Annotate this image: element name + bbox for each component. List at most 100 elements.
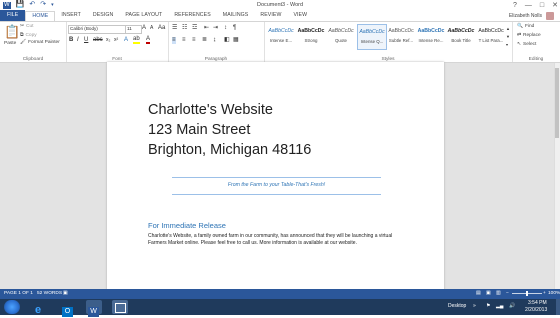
sort-icon[interactable]: ↕ (224, 25, 227, 32)
style-book-title[interactable]: AaBbCcDc Book Title (447, 24, 475, 48)
clipboard-group: 📋 Paste ✂ Cut ⧉ Copy 🖌 Format Painter Clipb… (0, 22, 67, 62)
styles-scroll-icon[interactable]: ▲ ▼ ▾ (506, 25, 510, 49)
highlight-icon[interactable]: ab (133, 36, 140, 44)
bullets-icon[interactable]: ☰ (172, 25, 177, 32)
clipboard-label: Clipboard (22, 57, 44, 62)
word-taskbar-icon[interactable]: W (86, 300, 102, 317)
line-spacing-icon[interactable]: ↨ (213, 37, 216, 44)
body-paragraph[interactable]: Charlotte's Website, a family owned farm… (148, 233, 406, 247)
clock-time[interactable]: 3:54 PM (528, 300, 547, 306)
shrink-font-icon[interactable]: A (150, 25, 153, 32)
brush-icon: 🖌 (20, 40, 27, 45)
change-case-icon[interactable]: Aa (158, 25, 165, 32)
borders-icon[interactable]: ▦ (233, 37, 239, 44)
superscript-icon[interactable]: x² (114, 37, 118, 44)
show-desktop-button[interactable] (556, 299, 560, 315)
outlook-icon[interactable]: O (60, 300, 76, 317)
volume-icon[interactable]: 🔊 (509, 303, 515, 309)
avatar (546, 11, 554, 20)
close-button[interactable]: ✕ (552, 1, 558, 9)
style-intense-quote[interactable]: AaBbCcDc Intense Q... (357, 24, 387, 50)
style-subtle-reference[interactable]: AaBbCcDc Subtle Ref... (387, 24, 415, 48)
justify-icon[interactable]: ≣ (202, 37, 207, 44)
tab-view[interactable]: VIEW (287, 10, 313, 21)
tray-expand-icon[interactable]: » (473, 303, 476, 309)
editing-group: 🔍 Find ⇄ Replace ↖ Select Editing (512, 22, 560, 62)
align-left-icon[interactable]: ≡ (172, 37, 176, 44)
font-size-select[interactable]: 11 (125, 25, 142, 34)
release-heading[interactable]: For Immediate Release (148, 221, 226, 230)
find-button[interactable]: 🔍 Find (517, 24, 534, 29)
desktop-toolbar[interactable]: Desktop (448, 303, 466, 309)
paste-icon[interactable]: 📋 (4, 25, 20, 39)
format-painter-button[interactable]: 🖌 Format Painter (20, 40, 60, 45)
tab-design[interactable]: DESIGN (87, 10, 120, 21)
zoom-in-icon[interactable]: + (543, 289, 546, 299)
style-intense-emphasis[interactable]: AaBbCcDc Intense E... (267, 24, 295, 48)
paragraph-group: ☰ ☷ ☲ ⇤ ⇥ ↕ ¶ ≡ ≡ ≡ ≣ ↨ ◧ ▦ Paragraph (168, 22, 265, 62)
subscript-icon[interactable]: x₂ (106, 37, 110, 44)
show-formatting-icon[interactable]: ¶ (233, 25, 236, 32)
replace-button[interactable]: ⇄ Replace (517, 33, 541, 38)
window-controls: ? — □ ✕ (513, 0, 558, 10)
align-center-icon[interactable]: ≡ (182, 37, 186, 44)
select-icon: ↖ (517, 42, 522, 47)
style-quote[interactable]: AaBbCcDc Quote (327, 24, 355, 48)
internet-explorer-icon[interactable]: e (32, 300, 48, 316)
editing-label: Editing (528, 57, 544, 62)
italic-icon[interactable]: I (77, 37, 79, 44)
tray-flag-icon[interactable]: ⚑ (486, 303, 490, 309)
taskbar: e O W Desktop » ⚑ ▂▄ 🔊 3:54 PM 2/20/2013 (0, 299, 560, 317)
minimize-button[interactable]: — (525, 2, 532, 9)
window-switcher-icon[interactable] (112, 300, 128, 314)
address-line-street[interactable]: 123 Main Street (148, 122, 250, 138)
page-count[interactable]: PAGE 1 OF 1 (4, 289, 33, 299)
numbering-icon[interactable]: ☷ (182, 25, 187, 32)
read-mode-icon[interactable]: ▤ (476, 289, 481, 299)
zoom-slider-thumb[interactable] (526, 291, 528, 296)
style-intense-reference[interactable]: AaBbCcDc Intense Re... (417, 24, 445, 48)
cut-button[interactable]: ✂ Cut (20, 24, 34, 29)
address-line-name[interactable]: Charlotte's Website (148, 102, 273, 118)
help-button[interactable]: ? (513, 2, 517, 9)
zoom-level[interactable]: 100% (548, 289, 560, 299)
word-count[interactable]: 52 WORDS (37, 289, 62, 299)
style-list-paragraph[interactable]: AaBbCcDc T List Para... (477, 24, 505, 48)
clock-date[interactable]: 2/20/2013 (525, 307, 547, 313)
decrease-indent-icon[interactable]: ⇤ (204, 25, 209, 32)
proofing-icon[interactable]: ▣ (63, 289, 68, 299)
grow-font-icon[interactable]: A (142, 25, 146, 32)
tagline[interactable]: From the Farm to your Table-That's Fresh… (172, 182, 381, 188)
align-right-icon[interactable]: ≡ (192, 37, 196, 44)
increase-indent-icon[interactable]: ⇥ (213, 25, 218, 32)
font-color-icon[interactable]: A (146, 36, 151, 44)
tab-file[interactable]: FILE (0, 10, 26, 21)
tab-mailings[interactable]: MAILINGS (217, 10, 255, 21)
tab-references[interactable]: REFERENCES (168, 10, 216, 21)
scrollbar-thumb[interactable] (555, 68, 559, 138)
address-line-city[interactable]: Brighton, Michigan 48116 (148, 142, 311, 158)
copy-button[interactable]: ⧉ Copy (20, 32, 37, 39)
web-layout-icon[interactable]: ▥ (496, 289, 501, 299)
multilevel-list-icon[interactable]: ☲ (192, 25, 197, 32)
tab-review[interactable]: REVIEW (254, 10, 287, 21)
underline-icon[interactable]: U (84, 37, 88, 44)
zoom-out-icon[interactable]: − (506, 289, 509, 299)
bold-icon[interactable]: B (69, 37, 73, 44)
print-layout-icon[interactable]: ▣ (486, 289, 491, 299)
strikethrough-icon[interactable]: abc (93, 37, 103, 44)
font-group: Calibri (Body) 11 A A Aa B I U abc x₂ x²… (66, 22, 169, 62)
style-strong[interactable]: AaBbCcDc Strong (297, 24, 325, 48)
tab-page-layout[interactable]: PAGE LAYOUT (119, 10, 168, 21)
text-effects-icon[interactable]: A (124, 37, 128, 44)
start-button[interactable] (4, 300, 20, 314)
maximize-button[interactable]: □ (540, 2, 544, 9)
tab-insert[interactable]: INSERT (55, 10, 87, 21)
tab-home[interactable]: HOME (25, 10, 56, 21)
shading-icon[interactable]: ◧ (224, 37, 230, 44)
font-family-select[interactable]: Calibri (Body) (68, 25, 126, 34)
select-button[interactable]: ↖ Select (517, 42, 536, 47)
paste-button[interactable]: Paste (4, 41, 16, 46)
user-account[interactable]: Elizabeth Nolls (509, 10, 554, 21)
network-icon[interactable]: ▂▄ (496, 303, 503, 309)
